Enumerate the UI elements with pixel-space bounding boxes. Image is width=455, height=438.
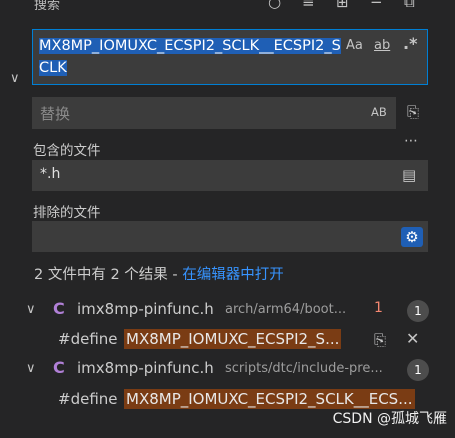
results-summary: 2 文件中有 2 个结果 - 在编辑器中打开 xyxy=(34,263,284,284)
watermark: CSDN @孤城飞雁 xyxy=(332,411,447,427)
search-only-open-editors-icon[interactable]: ▤ xyxy=(402,167,416,183)
match-highlight: MX8MP_IOMUXC_ECSPI2_SCLK__ECS... xyxy=(124,389,415,409)
result-file-name: imx8mp-pinfunc.h xyxy=(77,359,214,377)
new-search-editor-icon[interactable]: ⊞ xyxy=(336,0,349,10)
include-files-input[interactable]: *.h ▤ xyxy=(32,160,428,191)
view-as-tree-icon[interactable]: ⧉ xyxy=(404,0,415,10)
chevron-down-icon[interactable]: ∨ xyxy=(26,302,36,318)
refresh-icon[interactable]: ○ xyxy=(268,0,281,10)
preserve-case-toggle[interactable]: AB xyxy=(371,105,387,119)
match-case-toggle[interactable]: Aa xyxy=(346,38,363,53)
result-file-path: arch/arm64/boot... xyxy=(225,302,347,317)
search-input[interactable]: MX8MP_IOMUXC_ECSPI2_SCLK__ECSPI2_SCLK Aa… xyxy=(32,29,428,85)
replace-all-icon[interactable]: ⎘ xyxy=(407,104,419,120)
use-exclude-settings-gear-icon[interactable]: ⚙ xyxy=(401,227,423,247)
toggle-replace-chevron-icon[interactable]: ∨ xyxy=(10,71,20,87)
result-file-row[interactable]: ∨ C imx8mp-pinfunc.h scripts/dtc/include… xyxy=(0,358,455,382)
result-file-row[interactable]: ∨ C imx8mp-pinfunc.h arch/arm64/boot... … xyxy=(0,299,455,323)
match-line-prefix: #define xyxy=(58,330,118,348)
match-count-badge: 1 xyxy=(407,359,429,381)
search-view-header: 搜索 ○ ≡ ⊞ − ⧉ xyxy=(0,0,455,14)
exclude-files-input[interactable]: ⚙ xyxy=(32,221,428,252)
chevron-down-icon[interactable]: ∨ xyxy=(26,361,36,377)
replace-input[interactable]: 替换 AB xyxy=(32,97,396,129)
open-in-editor-link[interactable]: 在编辑器中打开 xyxy=(182,267,284,283)
collapse-all-icon[interactable]: − xyxy=(370,0,383,10)
replace-icon[interactable]: ⎘ xyxy=(374,332,386,348)
exclude-files-label: 排除的文件 xyxy=(33,205,101,221)
results-summary-text: 2 文件中有 2 个结果 - xyxy=(34,267,183,283)
match-highlight: MX8MP_IOMUXC_ECSPI2_S... xyxy=(124,329,342,349)
dismiss-icon[interactable]: ✕ xyxy=(406,331,419,347)
match-count-badge: 1 xyxy=(407,300,429,322)
more-options-icon[interactable]: ⋯ xyxy=(404,133,418,149)
result-file-path: scripts/dtc/include-pre... xyxy=(225,361,383,376)
match-line-prefix: #define xyxy=(58,390,118,408)
include-files-value[interactable]: *.h xyxy=(40,166,60,182)
problem-count: 1 xyxy=(374,300,383,316)
match-whole-word-toggle[interactable]: ab xyxy=(374,38,390,53)
c-file-icon: C xyxy=(53,358,65,377)
search-input-value[interactable]: MX8MP_IOMUXC_ECSPI2_SCLK__ECSPI2_SCLK xyxy=(39,35,341,79)
use-regex-toggle[interactable]: .* xyxy=(403,34,417,53)
view-title: 搜索 xyxy=(34,0,61,13)
replace-placeholder: 替换 xyxy=(40,105,71,123)
result-match-row[interactable]: #define MX8MP_IOMUXC_ECSPI2_S... ⎘ ✕ xyxy=(0,328,455,352)
result-file-name: imx8mp-pinfunc.h xyxy=(77,300,214,318)
c-file-icon: C xyxy=(53,299,65,318)
include-files-label: 包含的文件 xyxy=(33,143,101,159)
clear-results-icon[interactable]: ≡ xyxy=(302,0,315,10)
